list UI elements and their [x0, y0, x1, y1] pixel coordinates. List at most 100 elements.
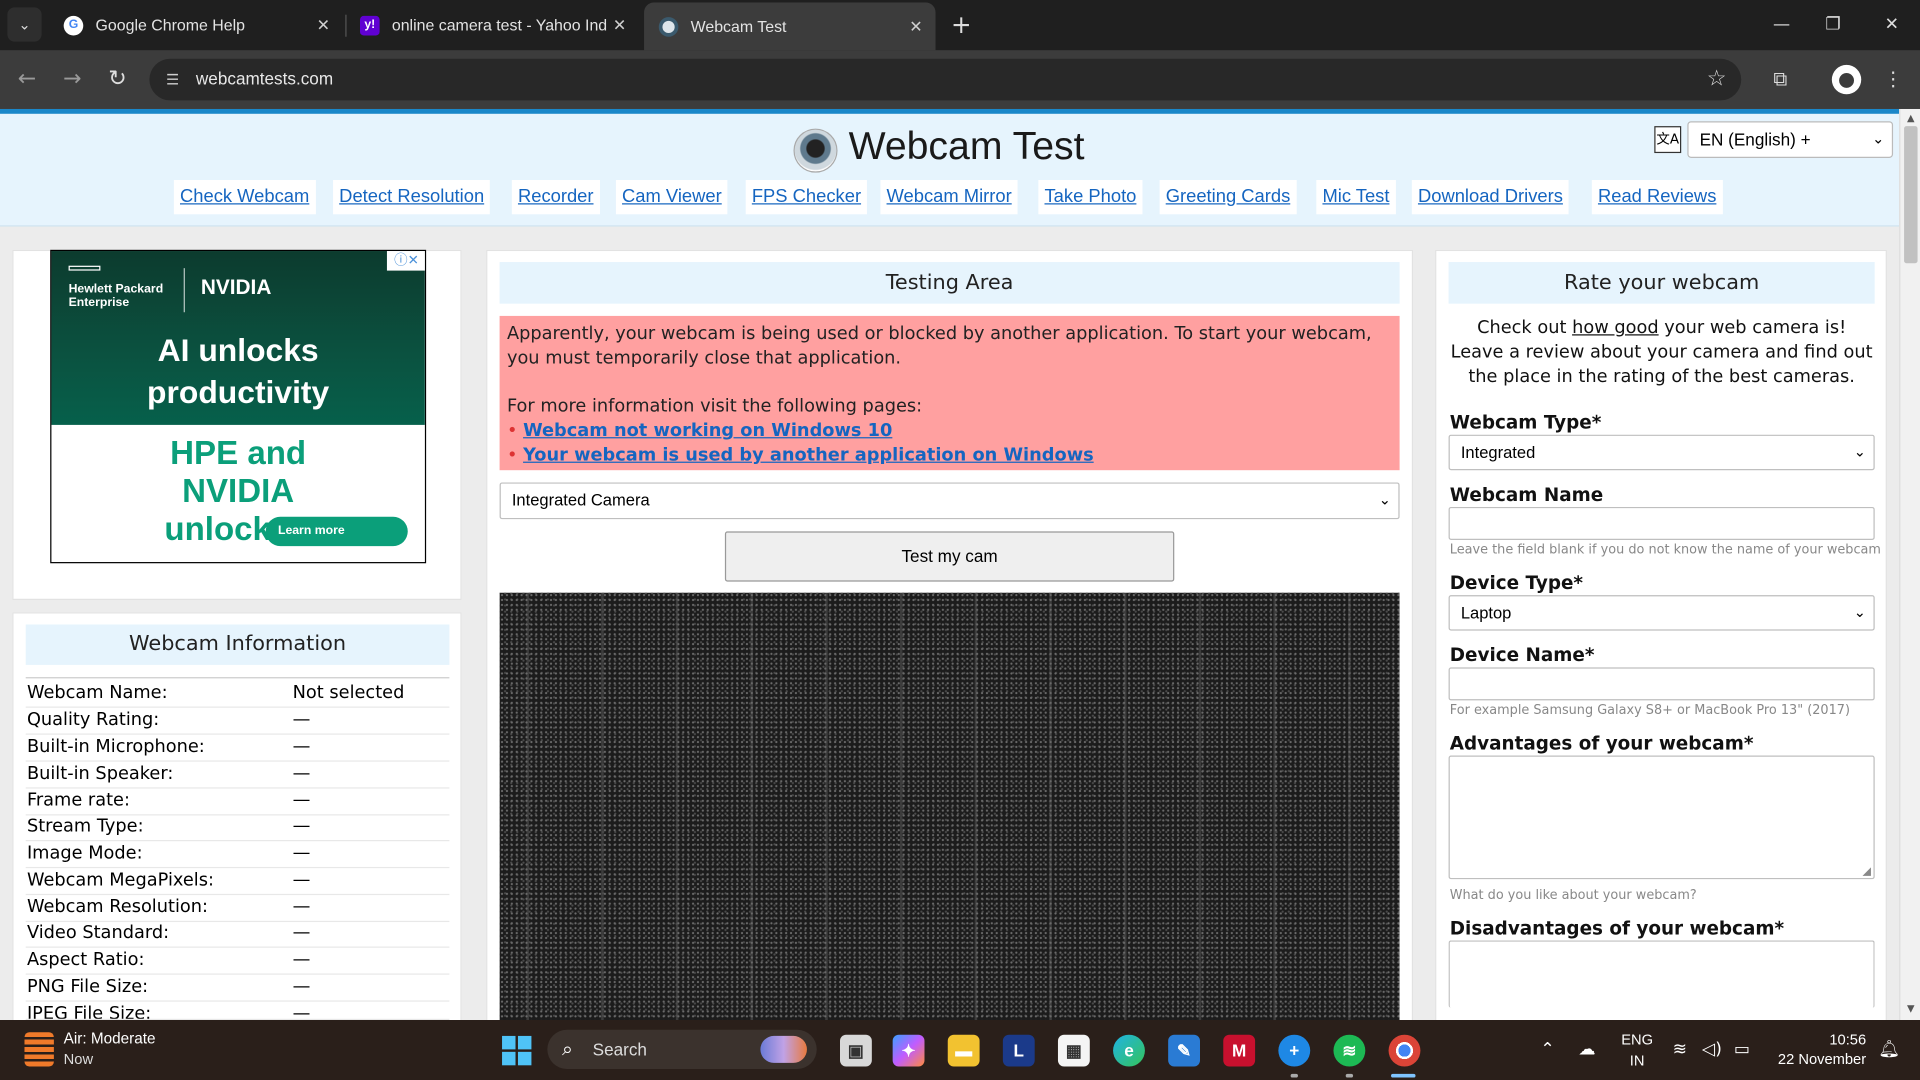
rate-webcam-title: Rate your webcam — [1448, 262, 1875, 304]
health-plus-icon[interactable]: + — [1278, 1034, 1311, 1067]
close-window-icon[interactable]: ✕ — [1873, 10, 1910, 39]
webcam-type-value: Integrated — [1460, 443, 1536, 462]
nav-download-drivers[interactable]: Download Drivers — [1411, 180, 1570, 215]
chrome-icon[interactable] — [1388, 1034, 1421, 1067]
site-info-icon[interactable]: ☰ — [162, 69, 184, 91]
chevron-down-icon: ⌄ — [1378, 491, 1392, 509]
hpe-nvidia-ad[interactable]: Hewlett Packard Enterprise NVIDIA AI unl… — [50, 249, 427, 564]
ad-banner: Hewlett Packard Enterprise NVIDIA AI unl… — [51, 251, 425, 425]
file-explorer-icon[interactable]: ▬ — [947, 1034, 980, 1067]
table-row: Built-in Speaker: — — [25, 762, 450, 789]
menu-kebab-icon[interactable]: ⋮ — [1878, 65, 1907, 94]
disadvantages-textarea[interactable] — [1448, 940, 1875, 1008]
table-row: Stream Type: — — [25, 814, 450, 842]
taskbar-search[interactable]: ⌕ Search — [547, 1029, 817, 1069]
link-webcam-used-by-another-app[interactable]: Your webcam is used by another applicati… — [523, 446, 1094, 466]
webcam-name-hint: Leave the field blank if you do not know… — [1449, 542, 1881, 558]
notification-bell-icon[interactable]: 🔔︎ — [1878, 1040, 1900, 1060]
url-text[interactable]: webcamtests.com — [196, 69, 333, 89]
close-tab-icon[interactable]: ✕ — [311, 15, 335, 35]
webcam-info-title: Webcam Information — [25, 624, 450, 665]
search-highlight-icon — [760, 1035, 807, 1063]
address-bar[interactable]: ☰ webcamtests.com ☆ — [149, 58, 1742, 101]
webcam-name-input[interactable] — [1448, 506, 1875, 541]
bookmark-star-icon[interactable]: ☆ — [1707, 66, 1727, 92]
device-type-label: Device Type* — [1449, 571, 1584, 594]
copilot-icon[interactable]: ✦ — [892, 1034, 925, 1067]
nav-check-webcam[interactable]: Check Webcam — [173, 180, 316, 215]
scroll-down-icon[interactable]: ▼ — [1900, 1003, 1920, 1014]
link-webcam-not-working[interactable]: Webcam not working on Windows 10 — [523, 421, 892, 441]
forward-arrow-icon[interactable]: → — [55, 62, 89, 96]
tab-yahoo-search[interactable]: y! online camera test - Yahoo Indi ✕ — [345, 0, 639, 50]
page-scrollbar[interactable]: ▲ ▼ — [1899, 108, 1920, 1021]
hpe-logo-icon — [68, 265, 101, 271]
nav-cam-viewer[interactable]: Cam Viewer — [615, 180, 728, 215]
nav-webcam-mirror[interactable]: Webcam Mirror — [880, 180, 1018, 215]
nav-fps-checker[interactable]: FPS Checker — [745, 180, 868, 215]
tab-title: Google Chrome Help — [95, 15, 246, 35]
nav-read-reviews[interactable]: Read Reviews — [1591, 180, 1723, 215]
battery-icon[interactable]: ▭ — [1734, 1040, 1750, 1060]
ad-choices-icon[interactable]: ⓘ✕ — [386, 251, 425, 271]
weather-title[interactable]: Air: Moderate — [64, 1030, 156, 1047]
wifi-icon[interactable]: ≋ — [1673, 1040, 1687, 1060]
site-header: Webcam Test 文A EN (English) + ⌄ Check We… — [0, 113, 1900, 227]
camera-select[interactable]: Integrated Camera ⌄ — [499, 482, 1400, 520]
restore-icon[interactable]: ❐ — [1815, 10, 1852, 39]
tab-google-chrome-help[interactable]: G Google Chrome Help ✕ — [49, 0, 343, 50]
language-select[interactable]: EN (English) + ⌄ — [1687, 121, 1894, 158]
webcam-name-label: Webcam Name — [1449, 483, 1604, 506]
how-good-link[interactable]: how good — [1572, 318, 1659, 338]
microsoft-store-icon[interactable]: ▦ — [1057, 1034, 1090, 1067]
table-row: Webcam Resolution: — — [25, 895, 450, 923]
nav-take-photo[interactable]: Take Photo — [1038, 180, 1143, 215]
ad-brand-nvidia: NVIDIA — [200, 275, 272, 299]
spotify-icon[interactable]: ≋ — [1333, 1034, 1366, 1067]
reload-icon[interactable]: ↻ — [100, 62, 134, 96]
clock-time[interactable]: 10:56 — [1763, 1031, 1866, 1048]
webcam-icon — [658, 16, 679, 37]
minimize-icon[interactable]: — — [1763, 10, 1800, 39]
device-name-input[interactable] — [1448, 667, 1875, 701]
close-tab-icon[interactable]: ✕ — [607, 15, 631, 35]
table-row: Image Mode: — — [25, 841, 450, 869]
device-type-select[interactable]: Laptop ⌄ — [1448, 595, 1875, 631]
onedrive-cloud-icon[interactable]: ☁ — [1578, 1040, 1595, 1060]
resize-handle-icon[interactable]: ◢ — [1863, 866, 1871, 878]
table-row: Frame rate: — — [25, 789, 450, 816]
scroll-thumb[interactable] — [1904, 126, 1918, 264]
device-type-value: Laptop — [1460, 603, 1512, 623]
site-title[interactable]: Webcam Test — [849, 124, 1085, 169]
table-row: Aspect Ratio: — — [25, 948, 450, 975]
nav-recorder[interactable]: Recorder — [511, 180, 600, 215]
ad-learn-more-button[interactable]: Learn more — [265, 516, 408, 547]
advantages-textarea[interactable]: ◢ — [1448, 755, 1875, 880]
scroll-up-icon[interactable]: ▲ — [1900, 113, 1920, 124]
chevron-down-icon: ⌄ — [1853, 603, 1867, 621]
windows-start-icon[interactable] — [502, 1035, 532, 1066]
chevron-up-icon[interactable]: ⌃ — [1540, 1040, 1554, 1060]
webcam-type-select[interactable]: Integrated ⌄ — [1448, 434, 1875, 471]
mcafee-icon[interactable]: M — [1223, 1034, 1256, 1067]
tab-search-chevron-icon[interactable]: ⌄ — [7, 7, 42, 42]
tab-webcam-test[interactable]: Webcam Test ✕ — [644, 2, 936, 51]
new-tab-plus-icon[interactable]: + — [945, 10, 977, 42]
close-tab-icon[interactable]: ✕ — [904, 17, 928, 37]
extensions-puzzle-icon[interactable]: ⧉ — [1766, 65, 1795, 94]
back-arrow-icon[interactable]: ← — [10, 62, 44, 96]
ad-headline: AI unlocks productivity — [147, 331, 330, 411]
lenovo-l-icon[interactable]: L — [1002, 1034, 1035, 1067]
speaker-icon[interactable]: ◁) — [1702, 1040, 1722, 1060]
nav-mic-test[interactable]: Mic Test — [1316, 180, 1396, 215]
edge-icon[interactable]: e — [1113, 1034, 1145, 1067]
air-quality-icon[interactable] — [24, 1032, 54, 1067]
profile-avatar-icon[interactable]: ● — [1831, 64, 1862, 95]
nav-detect-resolution[interactable]: Detect Resolution — [333, 180, 491, 215]
task-view-icon[interactable]: ▣ — [840, 1034, 872, 1067]
advantages-hint: What do you like about your webcam? — [1449, 887, 1697, 903]
pen-app-icon[interactable]: ✎ — [1168, 1034, 1201, 1067]
nav-greeting-cards[interactable]: Greeting Cards — [1159, 180, 1297, 215]
language-indicator[interactable]: ENG — [1619, 1031, 1656, 1048]
test-my-cam-button[interactable]: Test my cam — [724, 531, 1175, 582]
